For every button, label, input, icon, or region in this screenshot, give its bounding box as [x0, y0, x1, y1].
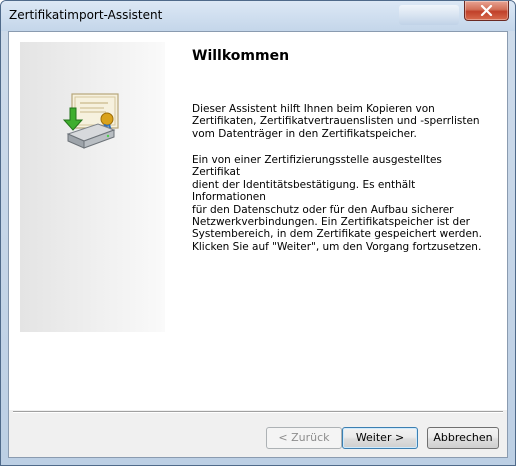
info-paragraph: Ein von einer Zertifizierungsstelle ausg… — [192, 154, 482, 241]
instruction-paragraph: Klicken Sie auf "Weiter", um den Vorgang… — [192, 241, 482, 253]
certificate-import-icon — [62, 93, 119, 149]
next-button[interactable]: Weiter > — [342, 427, 418, 449]
cancel-button[interactable]: Abbrechen — [427, 427, 499, 449]
title-bar[interactable]: Zertifikatimport-Assistent — [1, 1, 515, 31]
close-button[interactable] — [464, 1, 509, 21]
wizard-side-panel — [20, 42, 165, 332]
wizard-window: Zertifikatimport-Assistent Willkommen Di… — [0, 0, 516, 466]
background-window-tab — [399, 5, 459, 25]
page-heading: Willkommen — [192, 48, 290, 64]
close-icon — [480, 5, 493, 16]
back-button[interactable]: < Zurück — [266, 427, 342, 449]
intro-paragraph: Dieser Assistent hilft Ihnen beim Kopier… — [192, 103, 480, 140]
wizard-client-area: Willkommen Dieser Assistent hilft Ihnen … — [8, 31, 508, 458]
wizard-page: Willkommen Dieser Assistent hilft Ihnen … — [9, 32, 507, 410]
window-title: Zertifikatimport-Assistent — [9, 8, 163, 22]
button-separator — [13, 411, 503, 413]
